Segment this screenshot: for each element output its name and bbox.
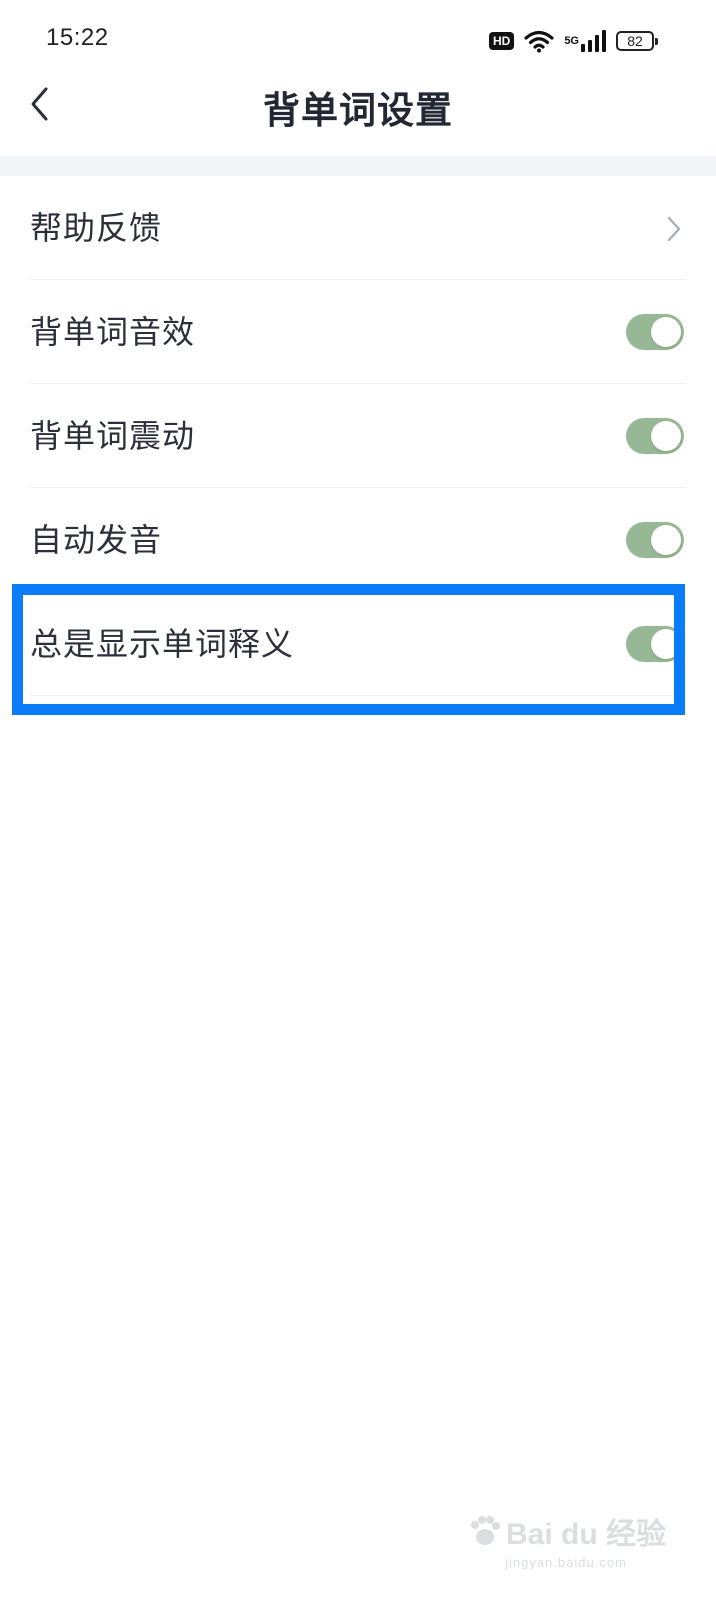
always-show-definition-toggle[interactable] [626, 626, 684, 662]
paw-icon [470, 1516, 500, 1545]
network-type: 5G [564, 35, 579, 47]
page-title: 背单词设置 [263, 89, 453, 132]
toggle-knob [651, 421, 681, 451]
watermark-logo: Bai du 经验 [466, 1509, 666, 1553]
navigation-header: 背单词设置 [0, 66, 716, 156]
toggle-knob [651, 317, 681, 347]
watermark: Bai du 经验 jingyan.baidu.com [466, 1509, 666, 1570]
chevron-right-icon [667, 216, 681, 242]
watermark-url: jingyan.baidu.com [505, 1555, 627, 1570]
battery-icon: 82 [616, 31, 658, 51]
hd-badge: HD [488, 32, 515, 50]
setting-label: 背单词震动 [30, 417, 196, 455]
setting-help-feedback[interactable]: 帮助反馈 [30, 176, 686, 280]
battery-level: 82 [627, 33, 643, 49]
vibration-toggle[interactable] [626, 418, 684, 454]
auto-pronounce-toggle[interactable] [626, 522, 684, 558]
setting-label: 背单词音效 [30, 313, 196, 351]
settings-screen: 15:22 HD 5G 82 背单词设置 帮助反馈 背单词音效 背单词震动 自动… [0, 0, 716, 1600]
toggle-knob [651, 525, 681, 555]
setting-label: 总是显示单词释义 [30, 625, 295, 663]
signal-strength-icon [581, 30, 606, 52]
status-time: 15:22 [46, 24, 109, 51]
setting-word-vibration: 背单词震动 [30, 384, 686, 488]
settings-list: 帮助反馈 背单词音效 背单词震动 自动发音 总是显示单词释义 [0, 176, 716, 696]
sound-effects-toggle[interactable] [626, 314, 684, 350]
setting-label: 帮助反馈 [30, 209, 163, 247]
wifi-icon [524, 30, 554, 53]
watermark-brand: Bai du 经验 [505, 1518, 666, 1551]
status-icons: HD 5G 82 [488, 26, 658, 56]
toggle-knob [651, 629, 681, 659]
setting-label: 自动发音 [30, 521, 163, 559]
setting-word-sound-effects: 背单词音效 [30, 280, 686, 384]
section-divider [0, 156, 716, 176]
setting-auto-pronounce: 自动发音 [30, 488, 686, 592]
setting-always-show-definition: 总是显示单词释义 [30, 592, 686, 696]
